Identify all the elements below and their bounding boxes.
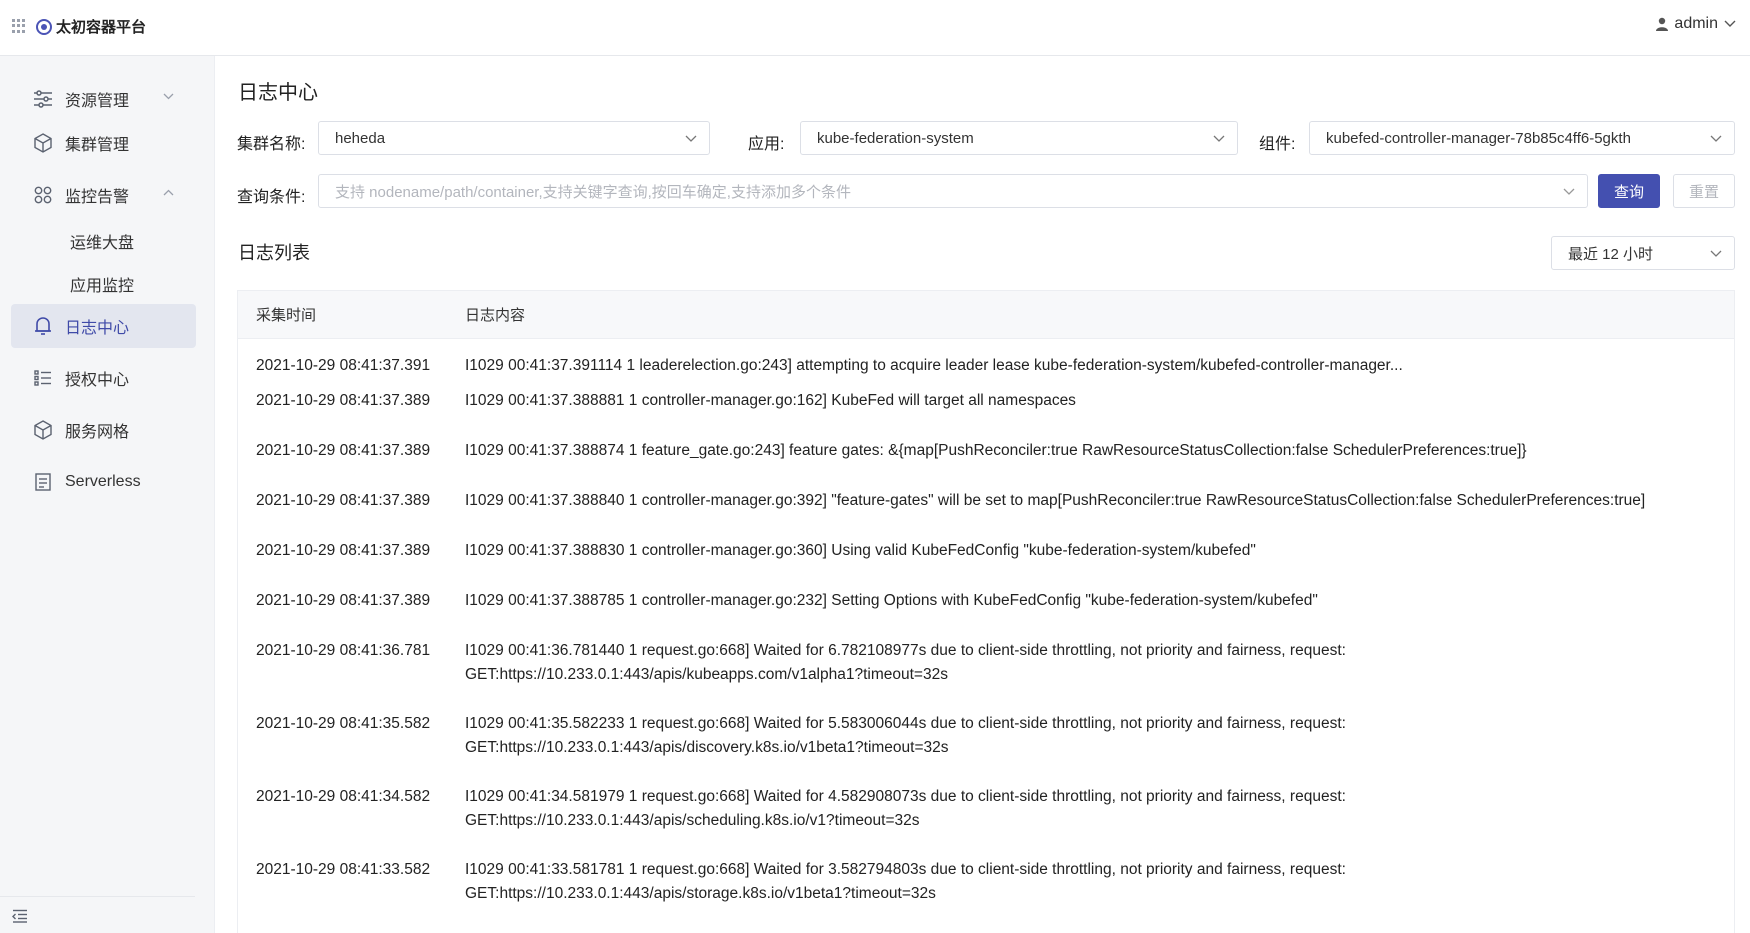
column-header-time: 采集时间: [256, 307, 317, 324]
time-range-value: 最近 12 小时: [1568, 245, 1654, 263]
main-content: 日志中心 集群名称: heheda 应用: kube-federation-sy…: [215, 56, 1750, 933]
time-range-select[interactable]: 最近 12 小时: [1551, 236, 1735, 270]
log-table: 采集时间 日志内容 2021-10-29 08:41:37.391 I1029 …: [237, 290, 1735, 933]
sidebar-divider: [0, 896, 195, 897]
cube-icon: [33, 133, 53, 153]
sidebar-item-label: 监控告警: [65, 189, 130, 206]
query-placeholder: 支持 nodename/path/container,支持关键字查询,按回车确定…: [335, 183, 851, 201]
table-row: 2021-10-29 08:41:37.389 I1029 00:41:37.3…: [238, 489, 1734, 539]
log-time: 2021-10-29 08:41:36.781: [256, 642, 431, 659]
log-content: I1029 00:41:37.391114 1 leaderelection.g…: [465, 357, 1403, 374]
component-value: kubefed-controller-manager-78b85c4ff6-5g…: [1326, 129, 1631, 147]
user-menu[interactable]: admin: [1656, 15, 1736, 33]
sidebar-item-label: 授权中心: [65, 372, 130, 389]
reset-button[interactable]: 重置: [1673, 174, 1735, 208]
log-content: I1029 00:41:37.388874 1 feature_gate.go:…: [465, 442, 1527, 459]
app-label: 应用:: [748, 136, 785, 153]
table-row: 2021-10-29 08:41:33.582 I1029 00:41:33.5…: [238, 858, 1734, 931]
sidebar: 资源管理 集群管理 监控告警 运维大盘 应用监控 日志中心 授权中心 服务网格: [0, 56, 215, 933]
sidebar-item-service-mesh[interactable]: 服务网格: [11, 408, 196, 452]
table-row: 2021-10-29 08:41:37.389 I1029 00:41:37.3…: [238, 389, 1734, 439]
chevron-down-icon: [685, 135, 697, 142]
query-input[interactable]: 支持 nodename/path/container,支持关键字查询,按回车确定…: [318, 174, 1588, 208]
log-content: I1029 00:41:37.388785 1 controller-manag…: [465, 592, 1318, 609]
log-time: 2021-10-29 08:41:37.389: [256, 392, 431, 409]
sidebar-item-label: 日志中心: [65, 320, 130, 337]
log-time: 2021-10-29 08:41:37.389: [256, 542, 431, 559]
list-icon: [33, 368, 53, 388]
sidebar-item-cluster-management[interactable]: 集群管理: [11, 121, 196, 165]
table-row: 2021-10-29 08:41:37.389 I1029 00:41:37.3…: [238, 589, 1734, 639]
column-header-content: 日志内容: [465, 307, 526, 324]
user-icon: [1656, 17, 1669, 31]
chevron-down-icon: [163, 91, 174, 103]
sidebar-item-label: 服务网格: [65, 424, 130, 441]
sidebar-item-monitoring-alerts[interactable]: 监控告警: [11, 173, 196, 217]
sidebar-item-app-monitoring[interactable]: 应用监控: [70, 272, 134, 296]
sidebar-item-label: 集群管理: [65, 137, 130, 154]
sidebar-item-log-center[interactable]: 日志中心: [11, 304, 196, 348]
collapse-sidebar-icon[interactable]: [12, 909, 28, 923]
chevron-down-icon: [1213, 135, 1225, 142]
table-row: 2021-10-29 08:41:34.582 I1029 00:41:34.5…: [238, 785, 1734, 858]
page-title: 日志中心: [238, 82, 318, 104]
log-content: I1029 00:41:37.388830 1 controller-manag…: [465, 542, 1256, 559]
sidebar-item-resource-management[interactable]: 资源管理: [11, 77, 196, 121]
username: admin: [1674, 15, 1718, 32]
app-value: kube-federation-system: [817, 129, 974, 147]
log-content: I1029 00:41:33.581781 1 request.go:668] …: [465, 861, 1346, 902]
table-row: 2021-10-29 08:41:36.781 I1029 00:41:36.7…: [238, 639, 1734, 712]
sidebar-item-label: Serverless: [65, 473, 141, 490]
chevron-up-icon: [163, 187, 174, 199]
log-time: 2021-10-29 08:41:37.389: [256, 442, 431, 459]
sidebar-item-label: 资源管理: [65, 93, 130, 110]
table-row: 2021-10-29 08:41:35.582 I1029 00:41:35.5…: [238, 712, 1734, 785]
cube-icon: [33, 420, 53, 440]
component-label: 组件:: [1259, 136, 1296, 153]
search-button[interactable]: 查询: [1598, 174, 1660, 208]
bell-icon: [33, 316, 53, 336]
log-content: I1029 00:41:37.388881 1 controller-manag…: [465, 392, 1076, 409]
table-row: 2021-10-29 08:41:37.391 I1029 00:41:37.3…: [238, 339, 1734, 389]
log-content: I1029 00:41:35.582233 1 request.go:668] …: [465, 715, 1346, 756]
sidebar-item-authorization[interactable]: 授权中心: [11, 356, 196, 400]
query-label: 查询条件:: [237, 189, 306, 206]
document-icon: [33, 472, 53, 492]
apps-icon: [33, 185, 53, 205]
log-content: I1029 00:41:36.781440 1 request.go:668] …: [465, 642, 1346, 683]
table-row: 2021-10-29 08:41:37.389 I1029 00:41:37.3…: [238, 439, 1734, 489]
chevron-down-icon: [1563, 188, 1575, 195]
app-grid-icon[interactable]: [12, 19, 26, 33]
log-list-title: 日志列表: [238, 243, 310, 263]
table-header: 采集时间 日志内容: [238, 291, 1734, 339]
sliders-icon: [33, 89, 53, 109]
cluster-label: 集群名称:: [237, 136, 306, 153]
brand-name: 太初容器平台: [56, 19, 147, 36]
table-row: 2021-10-29 08:41:37.389 I1029 00:41:37.3…: [238, 539, 1734, 589]
log-time: 2021-10-29 08:41:37.389: [256, 492, 431, 509]
log-time: 2021-10-29 08:41:37.389: [256, 592, 431, 609]
sidebar-item-ops-dashboard[interactable]: 运维大盘: [70, 229, 134, 253]
log-time: 2021-10-29 08:41:33.582: [256, 861, 431, 878]
chevron-down-icon: [1710, 135, 1722, 142]
cluster-value: heheda: [335, 129, 386, 147]
logo-icon: [36, 18, 52, 35]
log-time: 2021-10-29 08:41:37.391: [256, 357, 431, 374]
app-select[interactable]: kube-federation-system: [800, 121, 1238, 155]
log-content: I1029 00:41:34.581979 1 request.go:668] …: [465, 788, 1346, 829]
component-select[interactable]: kubefed-controller-manager-78b85c4ff6-5g…: [1309, 121, 1735, 155]
chevron-down-icon: [1710, 250, 1722, 257]
sidebar-item-serverless[interactable]: Serverless: [11, 460, 196, 504]
log-time: 2021-10-29 08:41:34.582: [256, 788, 431, 805]
cluster-select[interactable]: heheda: [318, 121, 710, 155]
top-bar: 太初容器平台 admin: [0, 0, 1750, 56]
brand-logo[interactable]: 太初容器平台: [36, 16, 146, 37]
log-time: 2021-10-29 08:41:35.582: [256, 715, 431, 732]
log-content: I1029 00:41:37.388840 1 controller-manag…: [465, 492, 1646, 509]
chevron-down-icon: [1724, 20, 1736, 27]
